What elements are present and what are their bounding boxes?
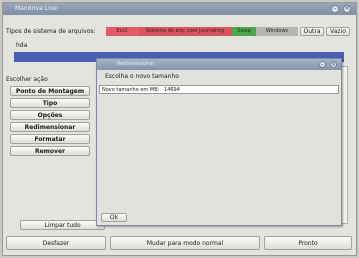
type-button[interactable]: Tipo	[10, 98, 90, 108]
dialog-title: Redimensionar	[117, 61, 155, 67]
fs-type-other-button[interactable]: Outra	[300, 27, 324, 36]
fs-type-windows[interactable]: Windows	[256, 27, 298, 36]
dialog-heading: Escolha o novo tamanho	[105, 73, 179, 80]
format-button[interactable]: Formatar	[10, 134, 90, 144]
switch-normal-mode-button[interactable]: Mudar para modo normal	[110, 236, 260, 250]
dialog-minimize-icon[interactable]: –	[319, 61, 326, 68]
filesystem-types-label: Tipos de sistema de arquivos:	[6, 28, 96, 35]
dialog-close-icon[interactable]: ×	[330, 61, 337, 68]
disk-tab-hda[interactable]: hda	[16, 42, 27, 49]
filesystem-types-row: Tipos de sistema de arquivos: Ext2 Siste…	[6, 26, 351, 37]
resize-dialog: Redimensionar – × Escolha o novo tamanho…	[96, 58, 342, 226]
close-icon[interactable]: ×	[343, 5, 351, 13]
new-size-label: Novo tamanho em MB:	[102, 87, 160, 93]
new-size-row: Novo tamanho em MB: 14694	[99, 85, 339, 94]
clear-all-button[interactable]: Limpar tudo	[20, 220, 105, 230]
mount-point-button[interactable]: Ponto de Montagem	[10, 86, 90, 96]
dialog-titlebar[interactable]: Redimensionar	[97, 59, 341, 70]
undo-button[interactable]: Desfazer	[6, 236, 106, 250]
done-button[interactable]: Pronto	[264, 236, 352, 250]
options-button[interactable]: Opções	[10, 110, 90, 120]
fs-type-swap[interactable]: Swap	[232, 27, 256, 36]
new-size-input[interactable]: 14694	[164, 87, 180, 93]
resize-button[interactable]: Redimensionar	[10, 122, 90, 132]
ok-button[interactable]: Ok	[101, 213, 127, 222]
window-titlebar[interactable]: Mandriva Live	[3, 3, 356, 15]
minimize-icon[interactable]: –	[331, 5, 339, 13]
fs-type-ext2[interactable]: Ext2	[106, 27, 138, 36]
fs-type-empty-button[interactable]: Vazio	[326, 27, 350, 36]
window-title: Mandriva Live	[15, 5, 57, 12]
choose-action-heading: Escolher ação	[6, 76, 48, 83]
remove-button[interactable]: Remover	[10, 146, 90, 156]
fs-type-journaling[interactable]: Sistema de arq. com Journaling	[138, 27, 232, 36]
